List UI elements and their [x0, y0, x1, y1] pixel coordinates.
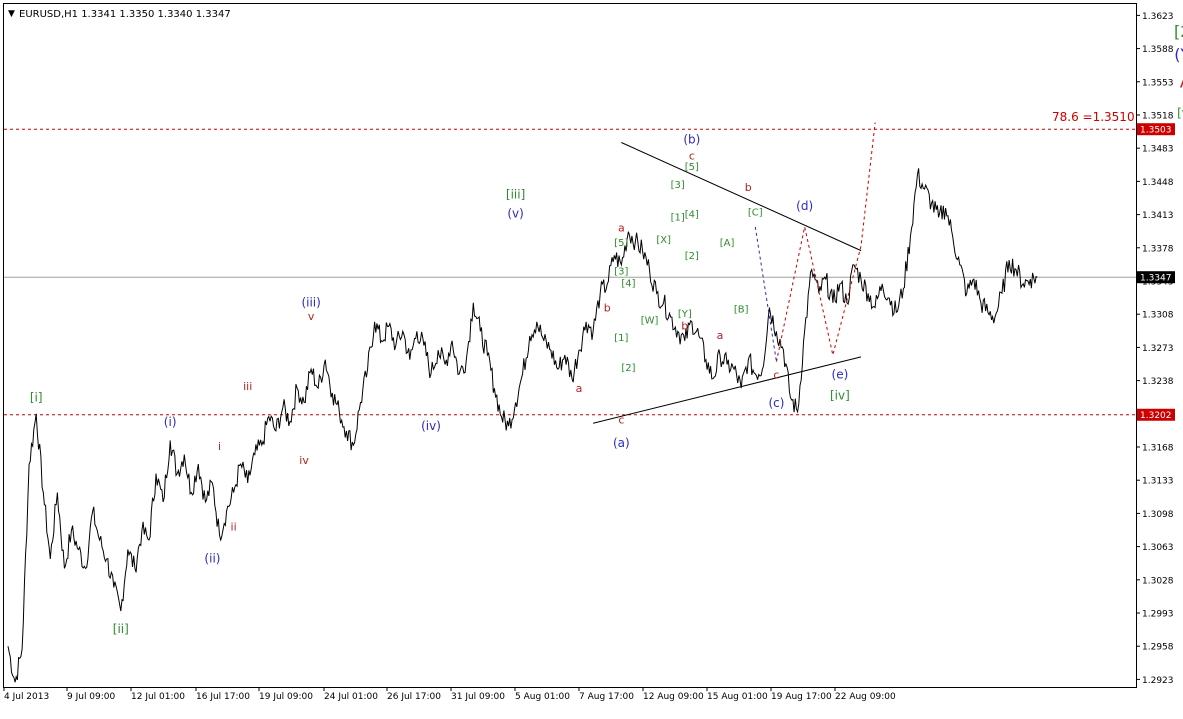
price-tick-label: 1.3028	[1142, 576, 1174, 586]
time-tick-label: 16 Jul 17:00	[196, 692, 250, 702]
wave-label: (c)	[768, 396, 784, 410]
wave-label: b	[745, 181, 752, 194]
wave-label: (v)	[507, 206, 523, 220]
price-tick-label: 1.3308	[1142, 311, 1174, 321]
wave-label: (b)	[683, 132, 700, 146]
wave-label: [2]	[1174, 22, 1183, 41]
wave-label: i	[218, 440, 221, 453]
wave-label: [ii]	[113, 622, 129, 636]
price-tick-label: 1.3133	[1142, 477, 1174, 487]
wave-label: a	[717, 329, 724, 342]
time-tick-label: 9 Jul 09:00	[67, 692, 116, 702]
wave-label: (ii)	[204, 552, 220, 566]
chart-menu-arrow-icon[interactable]: ▼	[8, 9, 15, 19]
price-tick-label: 1.2923	[1142, 676, 1174, 686]
price-tick-label: 1.3553	[1142, 78, 1174, 88]
price-highlight-label: 1.3503	[1140, 126, 1172, 136]
wave-label: [X]	[656, 235, 671, 246]
wave-label: iv	[299, 454, 309, 467]
time-tick-label: 19 Aug 17:00	[771, 692, 832, 702]
wave-label: (iv)	[421, 419, 441, 433]
price-tick-label: 1.3063	[1142, 543, 1174, 553]
price-tick-label: 1.3378	[1142, 244, 1174, 254]
wave-label: b	[681, 319, 688, 332]
wave-label: c	[689, 150, 695, 163]
wave-label: [A]	[720, 238, 735, 249]
wave-label: [2]	[621, 363, 635, 374]
wave-label: [4]	[685, 209, 699, 220]
wave-label: a	[576, 382, 583, 395]
wave-label: [i]	[30, 390, 43, 404]
price-tick-label: 1.3483	[1142, 145, 1174, 155]
wave-label: (e)	[832, 368, 849, 382]
wave-label: b	[604, 301, 611, 314]
price-tick-label: 1.3518	[1142, 111, 1174, 121]
eurusd-chart: ▼ EURUSD,H1 1.3341 1.3350 1.3340 1.3347 …	[0, 0, 1183, 715]
time-tick-label: 26 Jul 17:00	[387, 692, 441, 702]
wave-label: [1]	[614, 333, 628, 344]
price-highlight-label: 1.3347	[1140, 274, 1172, 284]
time-tick-label: 7 Aug 17:00	[579, 692, 634, 702]
wave-label: (Y)	[1174, 45, 1183, 64]
wave-label: [4]	[621, 279, 635, 290]
wave-label: (iii)	[301, 296, 320, 310]
price-tick-label: 1.3413	[1142, 211, 1174, 221]
wave-label: [v]	[1177, 106, 1183, 120]
time-tick-label: 19 Jul 09:00	[259, 692, 313, 702]
price-tick-label: 1.3238	[1142, 377, 1174, 387]
time-tick-label: 4 Jul 2013	[4, 692, 49, 702]
wave-label: (a)	[613, 436, 630, 450]
wave-label: v	[308, 310, 315, 323]
wave-label: [5]	[685, 162, 699, 173]
wave-label: [C]	[748, 208, 763, 219]
time-tick-label: 12 Aug 09:00	[643, 692, 704, 702]
fib-annotation: 78.6 =1.3510	[1052, 110, 1135, 124]
wave-label: c	[773, 369, 779, 382]
price-tick-label: 1.3623	[1142, 12, 1174, 22]
time-tick-label: 15 Aug 01:00	[707, 692, 768, 702]
wave-label: [iii]	[506, 187, 525, 201]
wave-label: (d)	[796, 199, 813, 213]
time-tick-label: 5 Aug 01:00	[515, 692, 570, 702]
wave-label: [1]	[671, 212, 685, 223]
time-tick-label: 12 Jul 01:00	[131, 692, 185, 702]
time-tick-label: 24 Jul 01:00	[324, 692, 378, 702]
wave-label: [2]	[685, 251, 699, 262]
time-tick-label: 22 Aug 09:00	[835, 692, 896, 702]
wave-label: [iv]	[830, 389, 850, 403]
price-tick-label: 1.2958	[1142, 643, 1174, 653]
price-tick-label: 1.3448	[1142, 178, 1174, 188]
price-tick-label: 1.3168	[1142, 444, 1174, 454]
wave-label: [5]	[614, 238, 628, 249]
wave-label: (i)	[164, 415, 177, 429]
price-tick-label: 1.3588	[1142, 45, 1174, 55]
wave-label: c	[618, 413, 624, 426]
wave-label: [3]	[671, 180, 685, 191]
price-tick-label: 1.3273	[1142, 344, 1174, 354]
price-tick-label: 1.2993	[1142, 610, 1174, 620]
wave-label: iii	[243, 380, 252, 393]
wave-label: [B]	[734, 304, 749, 315]
wave-label: [3]	[614, 266, 628, 277]
wave-label: [W]	[641, 316, 659, 327]
price-tick-label: 1.3098	[1142, 510, 1174, 520]
wave-label: a	[618, 222, 625, 235]
symbol-info: EURUSD,H1 1.3341 1.3350 1.3340 1.3347	[19, 9, 231, 20]
chart-window: ▼ EURUSD,H1 1.3341 1.3350 1.3340 1.3347 …	[0, 0, 1183, 715]
time-tick-label: 31 Jul 09:00	[451, 692, 505, 702]
price-highlight-label: 1.3202	[1140, 411, 1172, 421]
wave-label: ii	[231, 520, 237, 533]
